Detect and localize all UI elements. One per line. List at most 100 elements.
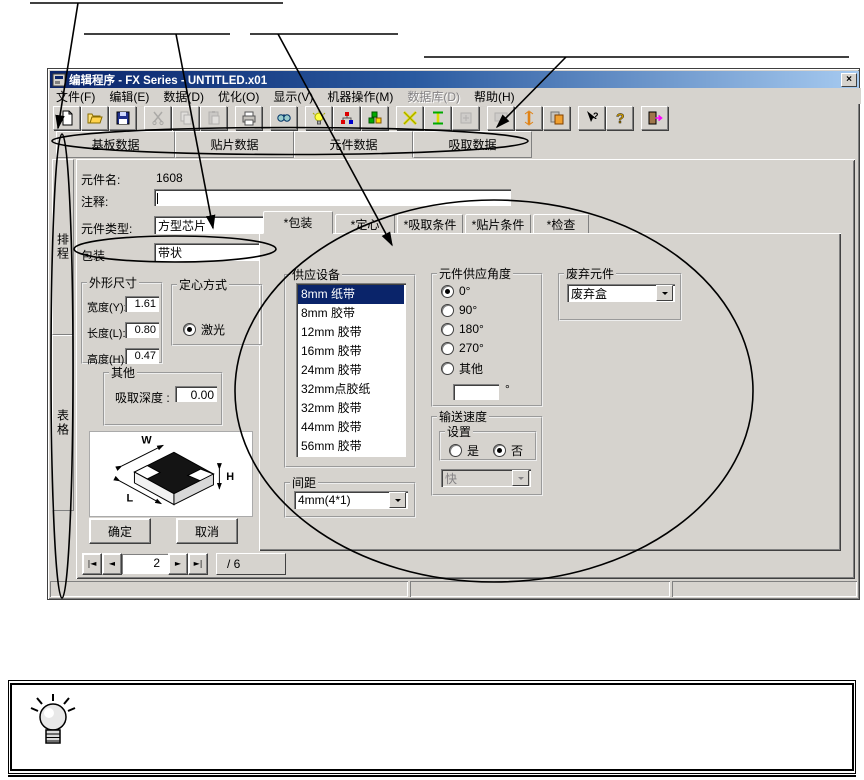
menu-item-5[interactable]: 机器操作(M)	[327, 88, 393, 105]
inner-tab-0[interactable]: *包装	[263, 211, 333, 234]
angle-radio-1[interactable]: 90°	[441, 303, 477, 317]
new-document-icon	[59, 110, 75, 126]
angle-other-input[interactable]	[453, 384, 499, 400]
list-item[interactable]: 56mm 胶带	[298, 437, 404, 456]
angle-radio-0[interactable]: 0°	[441, 284, 470, 298]
package-label: 包装	[81, 249, 106, 263]
pickup-depth-input[interactable]: 0.00	[175, 386, 217, 402]
setting-radio-0[interactable]: 是	[449, 442, 479, 459]
menu-item-7[interactable]: 帮助(H)	[474, 88, 515, 105]
transport-setting-options: 是否	[441, 440, 535, 458]
app-icon	[52, 73, 66, 87]
list-item[interactable]: 32mm 胶带	[298, 399, 404, 418]
optimize-icon	[311, 109, 327, 126]
new-document-button[interactable]	[53, 105, 80, 130]
condition-tab-row: *包装 *定心 *吸取条件 *贴片条件 *检查	[263, 211, 591, 234]
window-titlebar[interactable]: 编辑程序 - FX Series - UNTITLED.x01 ×	[50, 71, 859, 88]
list-item[interactable]: 16mm 胶带	[298, 342, 404, 361]
angle-radio-4[interactable]: 其他	[441, 360, 483, 377]
parts-button[interactable]	[361, 105, 388, 130]
toolbar: ??	[50, 104, 858, 131]
copy-stack-icon	[549, 110, 565, 126]
last-record-button[interactable]: ►|	[188, 553, 208, 575]
comment-label: 注释:	[81, 195, 109, 209]
list-item[interactable]: 44mm 胶带	[298, 418, 404, 437]
chevron-down-icon[interactable]	[389, 492, 406, 508]
supply-angle-options: 0° 90° 180° 270° 其他	[433, 282, 541, 378]
angle-radio-2[interactable]: 180°	[441, 322, 484, 336]
angle-radio-3[interactable]: 270°	[441, 341, 484, 355]
height-adjust-icon	[521, 109, 537, 126]
list-item[interactable]: 8mm 纸带	[298, 285, 404, 304]
inner-tab-1[interactable]: *定心	[335, 214, 395, 234]
parts-icon	[367, 110, 383, 126]
svg-text:?: ?	[593, 111, 599, 121]
dim-label-1: 长度(L):	[87, 328, 126, 340]
radio-icon	[493, 444, 506, 457]
radio-icon	[183, 323, 196, 336]
tab-贴片数据[interactable]: 贴片数据	[175, 131, 294, 158]
help-button[interactable]: ?	[606, 105, 633, 130]
inner-tab-4[interactable]: *检查	[533, 214, 589, 234]
dim-input-2[interactable]: 0.47	[125, 348, 159, 364]
setting-radio-1[interactable]: 否	[493, 442, 523, 459]
first-record-button[interactable]: |◄	[82, 553, 102, 575]
open-file-button[interactable]	[81, 105, 108, 130]
list-item[interactable]: 32mm点胶纸	[298, 380, 404, 399]
save-icon	[115, 110, 131, 126]
balance-button[interactable]	[333, 105, 360, 130]
angle-radio-label: 180°	[459, 322, 484, 336]
setting-radio-label: 否	[511, 444, 524, 458]
list-item[interactable]: 8mm 胶带	[298, 304, 404, 323]
print-button[interactable]	[235, 105, 262, 130]
note-box	[8, 680, 856, 774]
exit-icon	[647, 110, 663, 126]
menu-item-0[interactable]: 文件(F)	[56, 88, 95, 105]
chevron-down-icon	[512, 470, 529, 486]
menu-item-4[interactable]: 显示(V)	[273, 88, 313, 105]
comment-input[interactable]	[154, 189, 511, 206]
context-help-button[interactable]: ?	[578, 105, 605, 130]
optimize-button[interactable]	[305, 105, 332, 130]
record-number-input[interactable]: 2	[122, 554, 168, 574]
tab-元件数据[interactable]: 元件数据	[294, 131, 413, 158]
tab-基板数据[interactable]: 基板数据	[56, 131, 175, 158]
menu-item-3[interactable]: 优化(O)	[218, 88, 259, 105]
menu-item-2[interactable]: 数据(D)	[163, 88, 204, 105]
list-item[interactable]: 24mm 胶带	[298, 361, 404, 380]
context-help-icon: ?	[584, 110, 600, 126]
menu-item-1[interactable]: 编辑(E)	[109, 88, 149, 105]
exchange-x-button[interactable]	[396, 105, 423, 130]
side-tab-1[interactable]: 表格	[52, 335, 74, 511]
discard-select[interactable]: 废弃盒	[567, 284, 675, 302]
radio-icon	[449, 444, 462, 457]
close-button[interactable]: ×	[841, 72, 857, 87]
copy-stack-button[interactable]	[543, 105, 570, 130]
dim-input-0[interactable]: 1.61	[125, 296, 159, 312]
centering-laser-radio[interactable]: 激光	[183, 321, 225, 338]
supply-device-list[interactable]: 8mm 纸带 8mm 胶带 12mm 胶带 16mm 胶带 24mm 胶带 32mm点胶纸…	[296, 283, 406, 457]
paste-button	[200, 105, 227, 130]
height-adjust-button[interactable]	[515, 105, 542, 130]
exit-button[interactable]	[641, 105, 668, 130]
inner-tab-3[interactable]: *贴片条件	[465, 214, 531, 234]
chevron-down-icon[interactable]	[656, 285, 673, 301]
dim-input-1[interactable]: 0.80	[125, 322, 159, 338]
find-button[interactable]	[270, 105, 297, 130]
status-panel-0	[50, 581, 408, 597]
teach-button	[487, 105, 514, 130]
list-item[interactable]: 12mm 胶带	[298, 323, 404, 342]
ok-button[interactable]: 确定	[89, 518, 151, 544]
cancel-button[interactable]: 取消	[176, 518, 238, 544]
pitch-select[interactable]: 4mm(4*1)	[294, 491, 408, 509]
side-tab-0[interactable]: 排程	[52, 159, 74, 335]
tab-吸取数据[interactable]: 吸取数据	[413, 131, 532, 158]
next-record-button[interactable]: ►	[168, 553, 188, 575]
exchange-i-button[interactable]	[424, 105, 451, 130]
save-button[interactable]	[109, 105, 136, 130]
prev-record-button[interactable]: ◄	[102, 553, 122, 575]
inner-tab-2[interactable]: *吸取条件	[397, 214, 463, 234]
status-panel-2	[672, 581, 857, 597]
status-panel-1	[410, 581, 670, 597]
copy-icon	[178, 110, 194, 126]
